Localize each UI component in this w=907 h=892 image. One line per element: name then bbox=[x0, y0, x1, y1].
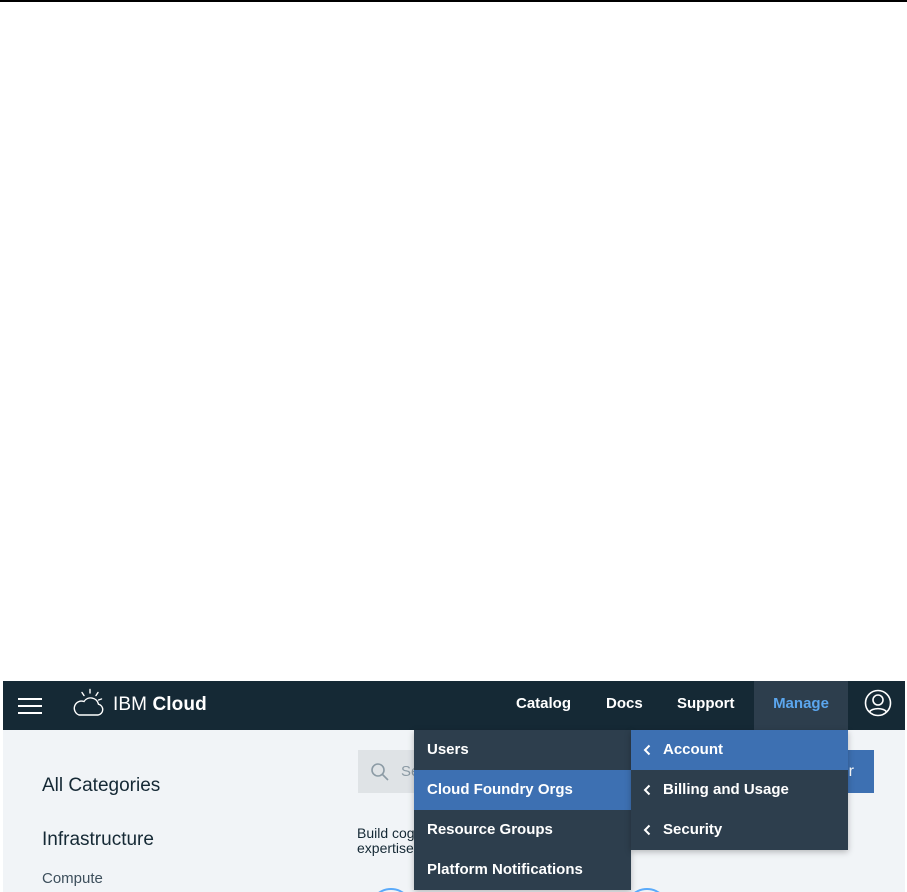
menu-item-platform-notifications[interactable]: Platform Notifications bbox=[414, 850, 631, 890]
submenu-item-billing-and-usage[interactable]: Billing and Usage bbox=[631, 770, 848, 810]
ibm-cloud-logo-icon bbox=[73, 688, 104, 716]
user-avatar-icon[interactable] bbox=[864, 689, 892, 717]
category-infrastructure[interactable]: Infrastructure bbox=[42, 829, 154, 851]
ibm-cloud-app: IBM Cloud Catalog Docs Support Manage Al… bbox=[3, 681, 905, 892]
top-divider bbox=[0, 0, 907, 2]
menu-item-resource-groups[interactable]: Resource Groups bbox=[414, 810, 631, 850]
brand-title[interactable]: IBM Cloud bbox=[113, 694, 207, 716]
menu-item-users[interactable]: Users bbox=[414, 730, 631, 770]
nav-catalog[interactable]: Catalog bbox=[516, 681, 571, 730]
chevron-left-icon bbox=[643, 744, 651, 756]
catalog-blurb: Build cog expertise bbox=[357, 826, 415, 856]
submenu-item-account[interactable]: Account bbox=[631, 730, 848, 770]
nav-support[interactable]: Support bbox=[677, 681, 735, 730]
submenu-item-security[interactable]: Security bbox=[631, 810, 848, 850]
account-submenu: Account Billing and Usage Security bbox=[631, 730, 848, 850]
hamburger-icon[interactable] bbox=[18, 696, 42, 716]
category-compute[interactable]: Compute bbox=[42, 870, 103, 887]
chevron-left-icon bbox=[643, 824, 651, 836]
top-navbar: IBM Cloud Catalog Docs Support Manage bbox=[3, 681, 905, 730]
search-icon bbox=[371, 763, 389, 781]
category-all[interactable]: All Categories bbox=[42, 775, 160, 797]
nav-manage[interactable]: Manage bbox=[754, 681, 848, 730]
service-bubble bbox=[369, 888, 413, 892]
nav-docs[interactable]: Docs bbox=[606, 681, 643, 730]
service-bubble bbox=[625, 888, 669, 892]
chevron-left-icon bbox=[643, 784, 651, 796]
menu-item-cloud-foundry-orgs[interactable]: Cloud Foundry Orgs bbox=[414, 770, 631, 810]
manage-dropdown: Users Cloud Foundry Orgs Resource Groups… bbox=[414, 730, 631, 890]
